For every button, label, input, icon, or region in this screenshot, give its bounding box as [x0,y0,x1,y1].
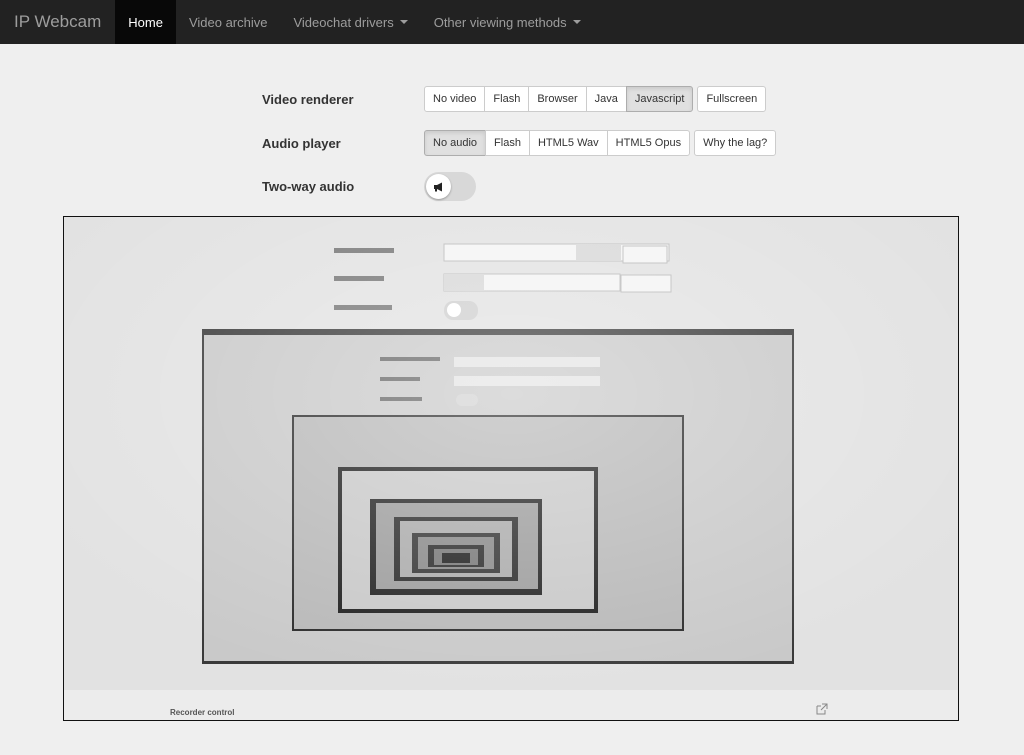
video-javascript-button[interactable]: Javascript [625,86,694,112]
fullscreen-button[interactable]: Fullscreen [697,86,767,112]
video-java-button[interactable]: Java [585,86,627,112]
megaphone-icon [433,182,442,191]
video-browser-button[interactable]: Browser [528,86,587,112]
video-feed[interactable]: Recorder control [63,216,959,721]
caret-down-icon [572,20,581,24]
external-link-icon[interactable] [816,703,828,715]
brand-link[interactable]: IP Webcam [0,0,115,44]
nav-video-archive-label: Video archive [188,14,268,30]
two-way-audio-row: Two-way audio [262,172,476,201]
nav-other-viewing-methods[interactable]: Other viewing methods [421,0,594,44]
toggle-knob [426,174,451,199]
audio-flash-button[interactable]: Flash [485,130,530,156]
two-way-audio-label: Two-way audio [262,179,355,194]
feed-recursive-content [64,217,958,720]
video-flash-button[interactable]: Flash [484,86,530,112]
audio-player-group: No audio Flash HTML5 Wav HTML5 Opus [424,130,691,156]
audio-player-row: Audio player No audio Flash HTML5 Wav HT… [262,130,777,156]
nav-videochat-drivers[interactable]: Videochat drivers [280,0,420,44]
nav-home[interactable]: Home [115,0,176,44]
two-way-audio-toggle[interactable] [424,172,476,201]
nav-other-viewing-methods-label: Other viewing methods [433,14,567,30]
caret-down-icon [399,20,408,24]
video-no-video-button[interactable]: No video [424,86,486,112]
recorder-control-label[interactable]: Recorder control [170,708,234,717]
video-renderer-row: Video renderer No video Flash Browser Ja… [262,86,767,112]
top-navbar: IP Webcam Home Video archive Videochat d… [0,0,1024,44]
nav-video-archive[interactable]: Video archive [176,0,281,44]
audio-player-label: Audio player [262,135,341,151]
audio-html5-wav-button[interactable]: HTML5 Wav [528,130,608,156]
audio-html5-opus-button[interactable]: HTML5 Opus [606,130,691,156]
why-the-lag-button[interactable]: Why the lag? [694,130,777,156]
audio-no-audio-button[interactable]: No audio [424,130,487,156]
nav-home-label: Home [128,14,163,30]
nav-videochat-drivers-label: Videochat drivers [293,14,394,30]
video-renderer-label: Video renderer [262,91,354,107]
video-renderer-group: No video Flash Browser Java Javascript [424,86,694,112]
